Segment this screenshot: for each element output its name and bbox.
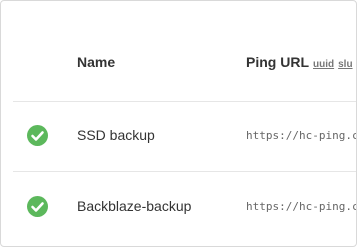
ping-url-header-label: Ping URL [246,54,309,70]
name-column-header: Name [77,54,116,70]
check-name[interactable]: Backblaze-backup [77,198,191,214]
ping-url-column-header: Ping URL uuid slu [246,54,353,70]
table-header-row: Name Ping URL uuid slu [13,31,356,102]
check-name[interactable]: SSD backup [77,127,155,143]
check-row[interactable]: SSD backup https://hc-ping.c [13,101,357,172]
ping-url: https://hc-ping.c [246,129,357,142]
check-circle-icon [27,196,48,217]
format-uuid-link[interactable]: uuid [313,59,334,70]
format-slug-link[interactable]: slu [338,59,352,70]
checks-table-panel: Name Ping URL uuid slu SSD backup https://… [0,0,357,247]
check-circle-icon [27,125,48,146]
check-row[interactable]: Backblaze-backup https://hc-ping.c [13,172,357,242]
ping-url: https://hc-ping.c [246,200,357,213]
